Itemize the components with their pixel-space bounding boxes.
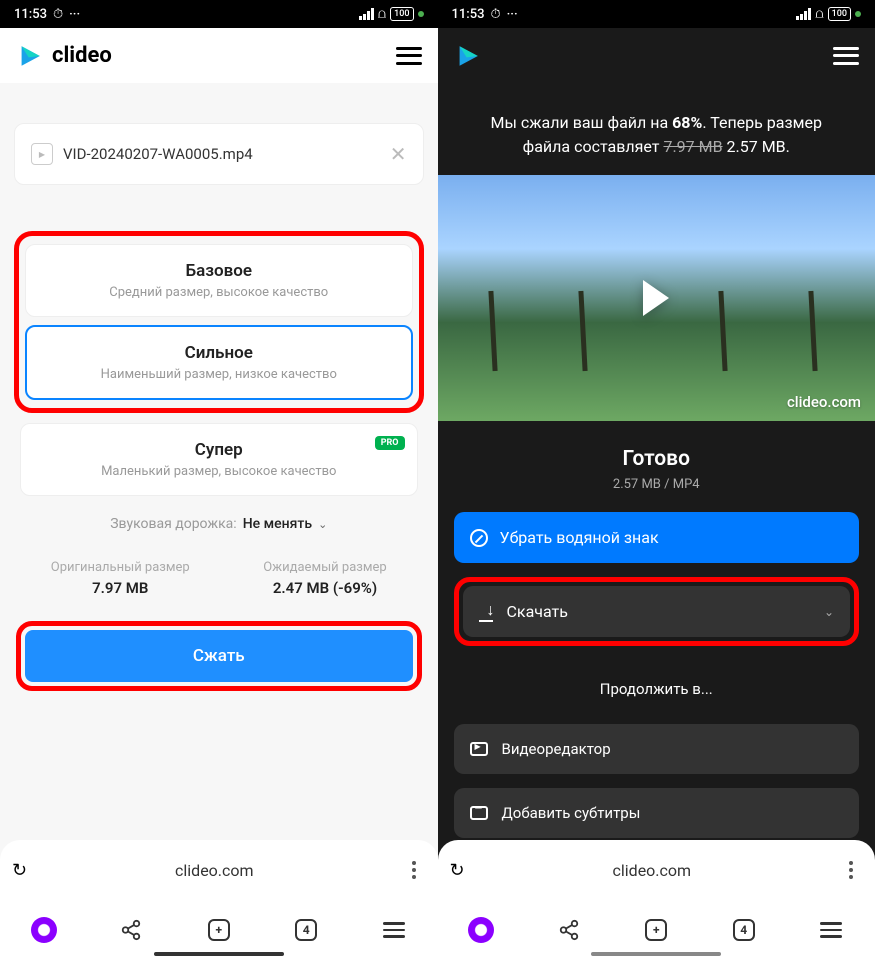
nav-menu-button[interactable] [818, 917, 844, 943]
status-alarm-icon: ⏱ [53, 7, 63, 22]
app-header [438, 28, 875, 83]
audio-value: Не менять [243, 516, 312, 532]
nav-tabs-button[interactable]: 4 [731, 917, 757, 943]
browser-address-bar: ↻ clideo.com [0, 840, 438, 900]
video-preview[interactable]: clideo.com [438, 175, 875, 421]
option-desc: Наименьший размер, низкое качество [43, 367, 395, 382]
expected-size-value: 2.47 MB (-69%) [263, 579, 387, 597]
battery-icon: 100 [828, 7, 851, 21]
home-indicator[interactable] [591, 952, 721, 956]
wifi-icon: ⩍ [815, 7, 823, 22]
watermark-text: clideo.com [787, 393, 861, 411]
chevron-down-icon: ⌄ [824, 605, 834, 619]
download-button[interactable]: Скачать ⌄ [463, 586, 851, 637]
options-highlight: Базовое Средний размер, высокое качество… [14, 231, 424, 413]
privacy-dot-icon [418, 11, 424, 17]
url-text[interactable]: clideo.com [39, 861, 389, 880]
editor-icon [470, 742, 488, 756]
status-bar: 11:53 ⏱ ··· ⩍ 100 [0, 0, 438, 28]
status-time: 11:53 [14, 7, 47, 22]
option-title: Супер [37, 440, 401, 460]
browser-address-bar: ↻ clideo.com [438, 840, 875, 900]
logo-text: clideo [52, 43, 112, 68]
audio-track-selector[interactable]: Звуковая дорожка: Не менять ⌄ [14, 516, 424, 532]
menu-button[interactable] [833, 47, 859, 65]
audio-label: Звуковая дорожка: [110, 516, 237, 532]
chevron-down-icon: ⌄ [318, 518, 327, 531]
remove-watermark-button[interactable]: Убрать водяной знак [454, 512, 860, 563]
nav-home-button[interactable] [468, 917, 494, 943]
size-comparison: Оригинальный размер 7.97 MB Ожидаемый ра… [14, 560, 424, 597]
nav-share-button[interactable] [556, 917, 582, 943]
home-indicator[interactable] [154, 952, 284, 956]
nav-new-tab-button[interactable]: + [643, 917, 669, 943]
privacy-dot-icon [855, 11, 861, 17]
signal-icon [796, 8, 811, 20]
option-basic[interactable]: Базовое Средний размер, высокое качество [25, 244, 413, 317]
video-file-icon [31, 143, 53, 165]
nav-tabs-button[interactable]: 4 [293, 917, 319, 943]
nav-new-tab-button[interactable]: + [206, 917, 232, 943]
nav-home-button[interactable] [31, 917, 57, 943]
download-highlight: Скачать ⌄ [454, 577, 860, 646]
option-title: Сильное [43, 343, 395, 363]
original-size-label: Оригинальный размер [51, 560, 190, 575]
subtitles-icon [470, 806, 488, 820]
wifi-icon: ⩍ [378, 7, 386, 22]
file-card: VID-20240207-WA0005.mp4 ✕ [14, 123, 424, 185]
status-alarm-icon: ⏱ [490, 7, 500, 22]
compression-result-text: Мы сжали ваш файл на 68%. Теперь размер … [438, 83, 875, 175]
signal-icon [359, 8, 374, 20]
nav-menu-button[interactable] [381, 917, 407, 943]
option-strong[interactable]: Сильное Наименьший размер, низкое качест… [25, 325, 413, 400]
browser-menu-button[interactable] [839, 858, 863, 882]
browser-nav-bar: + 4 [438, 900, 875, 960]
logo-icon [16, 42, 44, 70]
option-desc: Маленький размер, высокое качество [37, 464, 401, 479]
expected-size-label: Ожидаемый размер [263, 560, 387, 575]
compress-highlight: Сжать [16, 621, 422, 691]
status-time: 11:53 [452, 7, 485, 22]
logo[interactable] [454, 42, 482, 70]
add-subtitles-button[interactable]: Добавить субтитры [454, 788, 860, 838]
continue-label: Продолжить в... [454, 660, 860, 710]
url-text[interactable]: clideo.com [477, 861, 827, 880]
reload-button[interactable]: ↻ [450, 860, 465, 881]
play-button-icon[interactable] [643, 280, 669, 316]
status-bar: 11:53 ⏱ ··· ⩍ 100 [438, 0, 875, 28]
compress-button[interactable]: Сжать [25, 630, 413, 682]
logo[interactable]: clideo [16, 42, 112, 70]
video-editor-button[interactable]: Видеоредактор [454, 724, 860, 774]
option-desc: Средний размер, высокое качество [42, 285, 396, 300]
menu-button[interactable] [396, 47, 422, 65]
option-super[interactable]: PRO Супер Маленький размер, высокое каче… [20, 423, 418, 496]
pro-badge: PRO [375, 436, 405, 450]
original-size-value: 7.97 MB [51, 579, 190, 597]
app-header: clideo [0, 28, 438, 83]
browser-menu-button[interactable] [402, 858, 426, 882]
nav-share-button[interactable] [118, 917, 144, 943]
done-meta: 2.57 MB / MP4 [438, 477, 875, 492]
done-title: Готово [438, 447, 875, 471]
browser-nav-bar: + 4 [0, 900, 438, 960]
file-name: VID-20240207-WA0005.mp4 [63, 145, 380, 163]
remove-file-button[interactable]: ✕ [390, 142, 407, 166]
option-title: Базовое [42, 261, 396, 281]
old-size: 7.97 MB [663, 137, 722, 156]
logo-icon [454, 42, 482, 70]
prohibit-icon [470, 529, 488, 547]
download-icon [479, 604, 495, 620]
reload-button[interactable]: ↻ [12, 860, 27, 881]
battery-icon: 100 [390, 7, 413, 21]
